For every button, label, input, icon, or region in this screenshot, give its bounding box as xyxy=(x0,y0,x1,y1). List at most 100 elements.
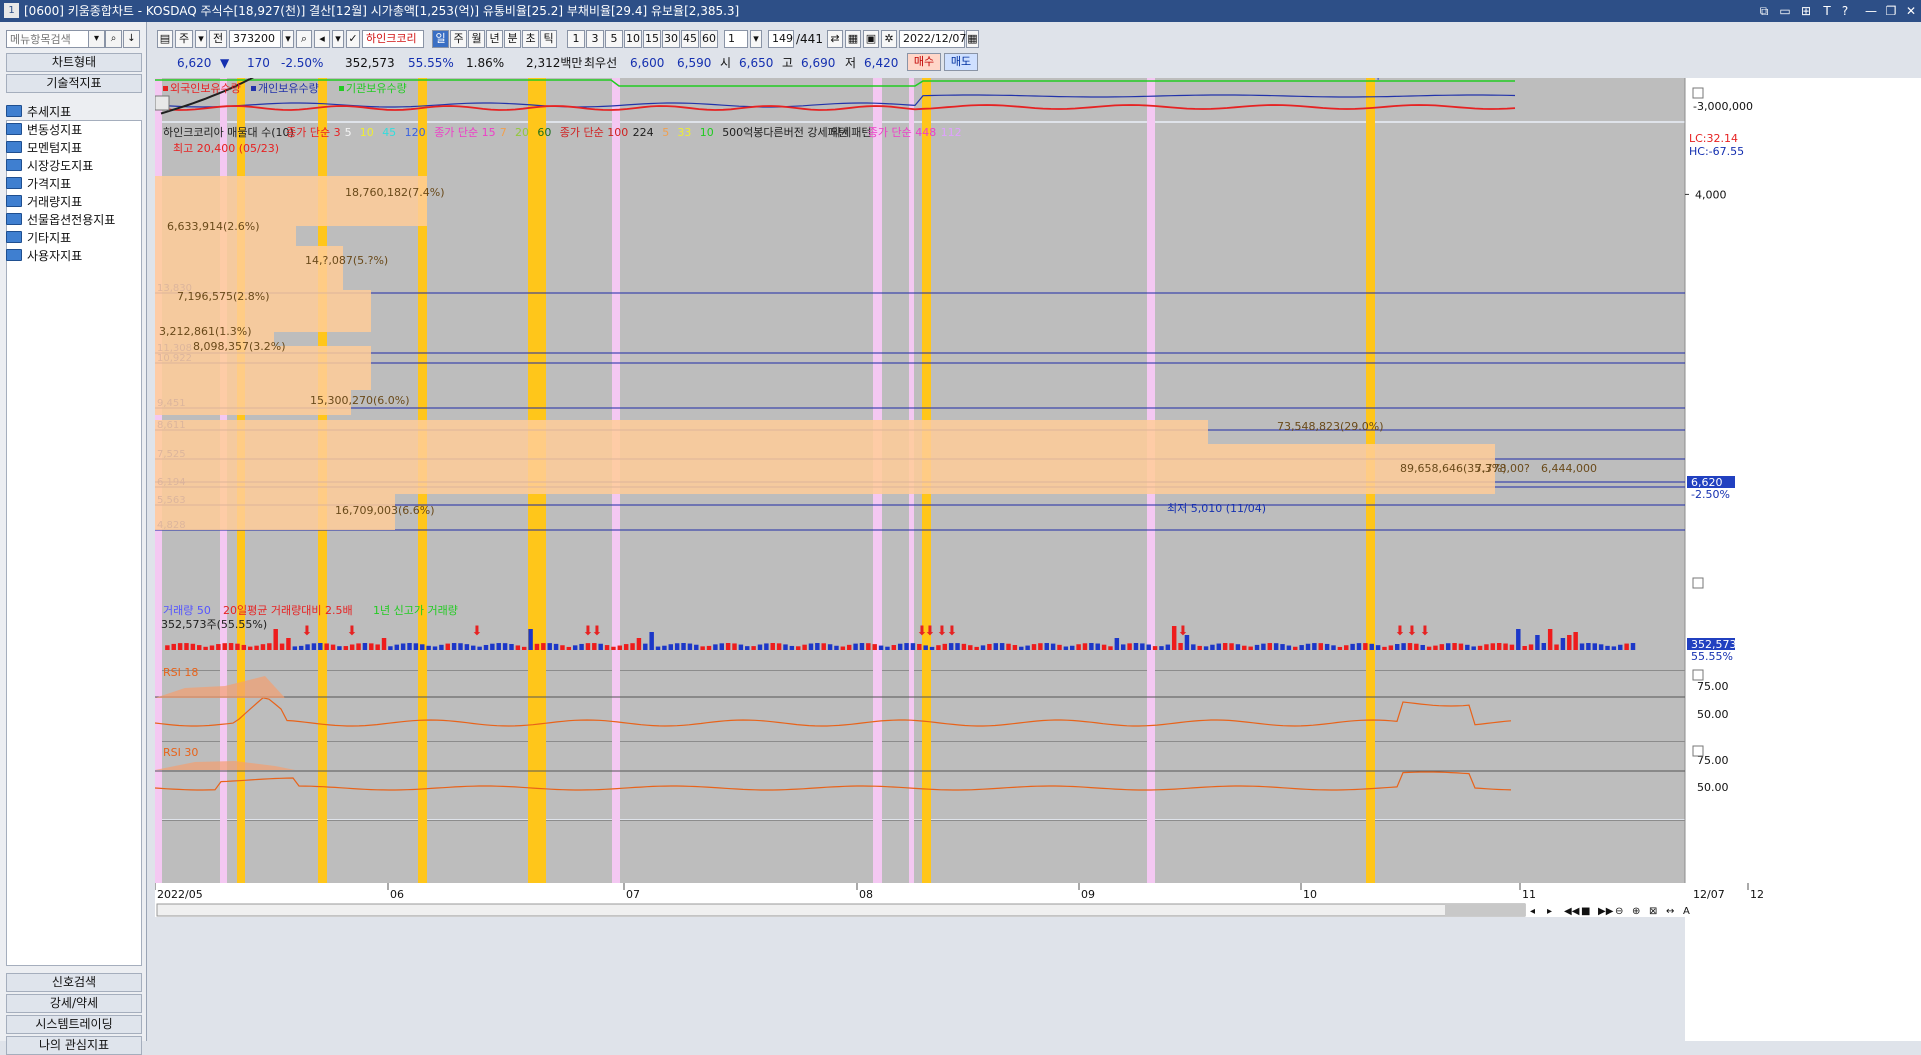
volume-profile-label: 6,444,000 xyxy=(1541,462,1597,475)
tree-item[interactable]: 거래량지표 xyxy=(6,194,82,211)
chart-canvas[interactable]: 13,83011,30810,9229,4518,6117,5256,1945,… xyxy=(154,0,1921,1041)
sort-down-icon[interactable]: ↓ xyxy=(123,30,140,48)
count-input[interactable]: 149 xyxy=(768,30,794,48)
interval-value-input[interactable]: 1 xyxy=(724,30,748,48)
volume-bar xyxy=(1044,643,1049,650)
scroll-control-icon[interactable]: A xyxy=(1683,906,1690,917)
period-button[interactable]: 분 xyxy=(504,30,521,48)
calendar-icon[interactable]: ▦ xyxy=(966,30,979,48)
date-input[interactable]: 2022/12/07 xyxy=(899,30,966,48)
period-button[interactable]: 주 xyxy=(450,30,467,48)
buy-button[interactable]: 매수 xyxy=(907,53,941,71)
signal-arrow-icon: ⬇ xyxy=(592,624,603,639)
close-icon[interactable]: ✕ xyxy=(1902,3,1920,19)
sound-dropdown-icon[interactable]: ▾ xyxy=(332,30,344,48)
interval-button[interactable]: 45 xyxy=(681,30,699,48)
text-icon[interactable]: T xyxy=(1818,3,1836,19)
folder-icon xyxy=(6,159,22,171)
sidebar-bottom-button[interactable]: 나의 관심지표 xyxy=(6,1036,142,1055)
code-dropdown-icon[interactable]: ▾ xyxy=(282,30,294,48)
interval-button[interactable]: 1 xyxy=(567,30,585,48)
tree-item[interactable]: 변동성지표 xyxy=(6,122,82,139)
week-dropdown-icon[interactable]: ▾ xyxy=(195,30,207,48)
volume-bar xyxy=(1388,645,1394,650)
volume-bar xyxy=(381,638,387,650)
minimize-icon[interactable]: — xyxy=(1862,3,1880,19)
restore-layout-icon[interactable]: ⧉ xyxy=(1755,3,1773,19)
interval-dropdown-icon[interactable]: ▾ xyxy=(750,30,762,48)
volume-bar xyxy=(349,644,355,650)
interval-button[interactable]: 3 xyxy=(586,30,604,48)
save-icon[interactable]: ▣ xyxy=(863,30,879,48)
scroll-control-icon[interactable]: ◂ xyxy=(1530,906,1535,917)
week-button[interactable]: 주 xyxy=(175,30,193,48)
code-search-icon[interactable]: ⌕ xyxy=(296,30,312,48)
legend-label: 종가 단순 448 xyxy=(868,126,936,139)
settings-list-icon[interactable]: ▦ xyxy=(845,30,861,48)
volume-bar xyxy=(286,638,291,650)
stock-code-input[interactable]: 373200 xyxy=(229,30,281,48)
tree-item[interactable]: 선물옵션전용지표 xyxy=(6,212,115,229)
sidebar-bottom-button[interactable]: 강세/약세 xyxy=(6,994,142,1013)
period-button[interactable]: 일 xyxy=(432,30,449,48)
scroll-control-icon[interactable]: ⊠ xyxy=(1649,906,1657,917)
volume-bar xyxy=(936,645,941,650)
volume-bar xyxy=(165,645,170,650)
gear-icon[interactable]: ✲ xyxy=(881,30,897,48)
signal-arrow-icon: ⬇ xyxy=(1407,624,1418,639)
pin-icon[interactable]: ▭ xyxy=(1776,3,1794,19)
sidebar-bottom-button[interactable]: 시스템트레이딩 xyxy=(6,1015,142,1034)
tile-icon[interactable]: ⊞ xyxy=(1797,3,1815,19)
scroll-control-icon[interactable]: ▸ xyxy=(1547,906,1552,917)
interval-button[interactable]: 15 xyxy=(643,30,661,48)
scroll-control-icon[interactable]: ▶▶ xyxy=(1598,906,1614,917)
scroll-control-icon[interactable]: ⊕ xyxy=(1632,906,1640,917)
chart-type-header[interactable]: 차트형태 xyxy=(6,53,142,72)
period-button[interactable]: 월 xyxy=(468,30,485,48)
sell-button[interactable]: 매도 xyxy=(944,53,978,71)
legend-label: 7 xyxy=(500,126,507,139)
tree-item[interactable]: 가격지표 xyxy=(6,176,71,193)
volume-bar xyxy=(795,646,801,650)
tech-indicator-header[interactable]: 기술적지표 xyxy=(6,74,142,93)
period-button[interactable]: 틱 xyxy=(540,30,557,48)
tree-item[interactable]: 모멘텀지표 xyxy=(6,140,82,157)
tree-item[interactable]: 사용자지표 xyxy=(6,248,82,265)
volume-bar xyxy=(1445,643,1451,650)
search-icon[interactable]: ⌕ xyxy=(105,30,122,48)
interval-button[interactable]: 30 xyxy=(662,30,680,48)
period-button[interactable]: 초 xyxy=(522,30,539,48)
period-button[interactable]: 년 xyxy=(486,30,503,48)
volume-bar xyxy=(1025,645,1030,650)
volume-bar xyxy=(649,632,654,650)
volume-bar xyxy=(534,643,540,650)
help-icon[interactable]: ? xyxy=(1836,3,1854,19)
scroll-control-icon[interactable]: ■ xyxy=(1581,906,1590,917)
tree-item[interactable]: 시장강도지표 xyxy=(6,158,93,175)
scroll-control-icon[interactable]: ↔ xyxy=(1666,906,1674,917)
interval-button[interactable]: 5 xyxy=(605,30,623,48)
chart-menu-icon[interactable]: ▤ xyxy=(157,30,173,48)
volume-bar xyxy=(993,643,999,650)
interval-button[interactable]: 60 xyxy=(700,30,718,48)
scroll-control-icon[interactable]: ⊖ xyxy=(1615,906,1623,917)
search-dropdown-icon[interactable]: ▾ xyxy=(88,30,105,48)
volume-bar xyxy=(267,643,272,650)
volume-bar xyxy=(904,643,909,650)
tree-item[interactable]: 추세지표 xyxy=(6,104,71,121)
volume-bar xyxy=(1471,646,1476,650)
link-icon[interactable]: ⇄ xyxy=(827,30,843,48)
sound-icon[interactable]: ◂ xyxy=(314,30,330,48)
volume-bar xyxy=(917,643,922,650)
prev-button[interactable]: 전 xyxy=(209,30,227,48)
sidebar-bottom-button[interactable]: 신호검색 xyxy=(6,973,142,992)
scroll-control-icon[interactable]: ◀◀ xyxy=(1564,906,1580,917)
tree-item[interactable]: 기타지표 xyxy=(6,230,71,247)
maximize-icon[interactable]: ❐ xyxy=(1882,3,1900,19)
volume-bar xyxy=(1159,646,1164,650)
volume-bar xyxy=(1337,646,1343,650)
chart-area[interactable]: 13,83011,30810,9229,4518,6117,5256,1945,… xyxy=(154,0,1921,1041)
stock-name-field[interactable]: 하인크코리 xyxy=(362,30,424,48)
interval-button[interactable]: 10 xyxy=(624,30,642,48)
menu-search-input[interactable] xyxy=(6,30,100,48)
